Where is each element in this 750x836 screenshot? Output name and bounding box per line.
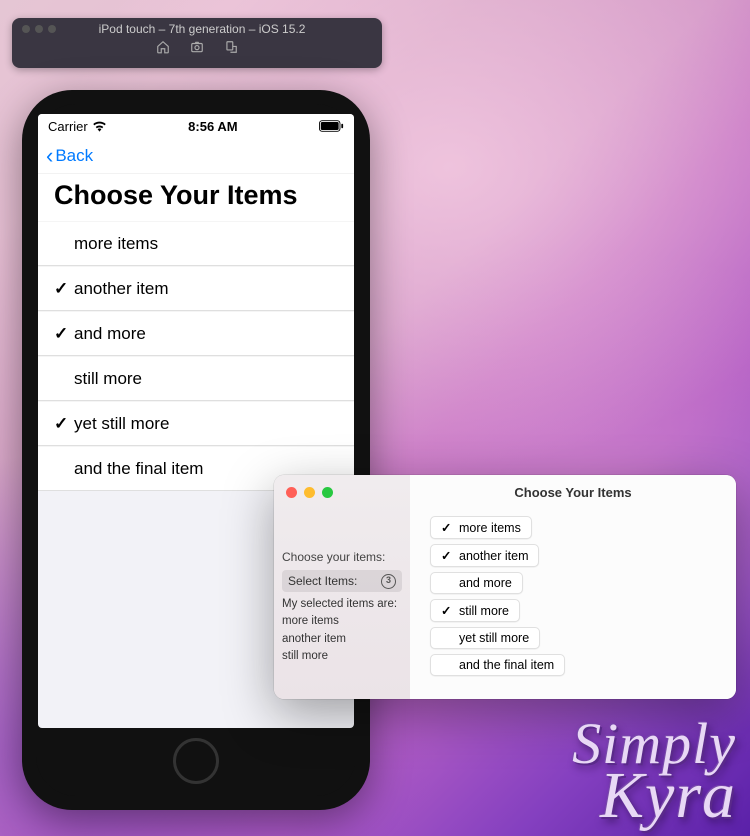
checkmark-icon: ✓ bbox=[441, 548, 453, 563]
item-label: still more bbox=[459, 604, 509, 618]
count-badge: 3 bbox=[381, 574, 396, 589]
watermark-logo: Simply Kyra bbox=[572, 719, 736, 824]
wifi-icon bbox=[92, 120, 107, 132]
watermark-line2: Kyra bbox=[572, 768, 736, 824]
select-items-label: Select Items: bbox=[288, 572, 357, 590]
battery-icon bbox=[319, 120, 344, 132]
list-item-label: yet still more bbox=[74, 414, 338, 434]
item-label: more items bbox=[459, 521, 521, 535]
item-label: and the final item bbox=[459, 658, 554, 672]
clock: 8:56 AM bbox=[188, 119, 237, 134]
checkmark-icon: ✓ bbox=[54, 279, 74, 299]
mac-window-title: Choose Your Items bbox=[430, 485, 716, 500]
back-label: Back bbox=[55, 146, 93, 166]
choose-label: Choose your items: bbox=[282, 548, 402, 566]
item-button[interactable]: ✓ more items bbox=[430, 516, 532, 539]
result-line: another item bbox=[282, 631, 402, 648]
results-block: My selected items are: more items anothe… bbox=[282, 596, 402, 665]
list-item-label: more items bbox=[74, 234, 338, 254]
close-icon[interactable] bbox=[22, 25, 30, 33]
item-button[interactable]: ✓ another item bbox=[430, 544, 539, 567]
checkmark-icon: ✓ bbox=[441, 520, 453, 535]
list-item-label: still more bbox=[74, 369, 338, 389]
screenshot-icon[interactable] bbox=[190, 40, 204, 54]
results-heading: My selected items are: bbox=[282, 596, 402, 613]
simulator-title: iPod touch – 7th generation – iOS 15.2 bbox=[66, 22, 338, 36]
traffic-lights[interactable] bbox=[274, 483, 410, 498]
list-item-label: and more bbox=[74, 324, 338, 344]
zoom-icon[interactable] bbox=[322, 487, 333, 498]
list-item[interactable]: ✓ another item bbox=[38, 266, 354, 311]
minimize-icon[interactable] bbox=[35, 25, 43, 33]
mac-sidebar: Choose your items: Select Items: 3 My se… bbox=[274, 475, 410, 699]
item-button[interactable]: ✓ still more bbox=[430, 599, 520, 622]
home-button[interactable] bbox=[173, 738, 219, 784]
traffic-lights[interactable] bbox=[22, 25, 56, 33]
minimize-icon[interactable] bbox=[304, 487, 315, 498]
status-bar: Carrier 8:56 AM bbox=[38, 114, 354, 138]
list-item-label: another item bbox=[74, 279, 338, 299]
rotate-icon[interactable] bbox=[224, 40, 238, 54]
mac-item-list: ✓ more items ✓ another item and more ✓ s… bbox=[430, 516, 716, 676]
item-label: yet still more bbox=[459, 631, 529, 645]
home-icon[interactable] bbox=[156, 40, 170, 54]
simulator-toolbar bbox=[156, 36, 238, 54]
checkmark-icon: ✓ bbox=[54, 414, 74, 434]
page-title: Choose Your Items bbox=[38, 174, 354, 221]
list-item[interactable]: ✓ and more bbox=[38, 311, 354, 356]
close-icon[interactable] bbox=[286, 487, 297, 498]
list-item[interactable]: more items bbox=[38, 221, 354, 266]
select-items-row[interactable]: Select Items: 3 bbox=[282, 570, 402, 592]
result-line: more items bbox=[282, 613, 402, 630]
mac-main-pane: Choose Your Items ✓ more items ✓ another… bbox=[410, 475, 736, 699]
carrier-label: Carrier bbox=[48, 119, 88, 134]
back-button[interactable]: ‹ Back bbox=[46, 145, 93, 167]
item-list: more items ✓ another item ✓ and more sti… bbox=[38, 221, 354, 491]
item-label: and more bbox=[459, 576, 512, 590]
list-item[interactable]: still more bbox=[38, 356, 354, 401]
mac-window: Choose your items: Select Items: 3 My se… bbox=[274, 475, 736, 699]
chevron-left-icon: ‹ bbox=[46, 145, 53, 167]
item-button[interactable]: yet still more bbox=[430, 627, 540, 649]
iphone-device-frame: Carrier 8:56 AM ‹ Back Choos bbox=[22, 90, 370, 810]
item-button[interactable]: and more bbox=[430, 572, 523, 594]
zoom-icon[interactable] bbox=[48, 25, 56, 33]
item-button[interactable]: and the final item bbox=[430, 654, 565, 676]
list-item[interactable]: ✓ yet still more bbox=[38, 401, 354, 446]
simulator-titlebar: iPod touch – 7th generation – iOS 15.2 bbox=[12, 18, 382, 68]
checkmark-icon: ✓ bbox=[54, 324, 74, 344]
checkmark-icon: ✓ bbox=[441, 603, 453, 618]
result-line: still more bbox=[282, 648, 402, 665]
navigation-bar: ‹ Back bbox=[38, 138, 354, 174]
item-label: another item bbox=[459, 549, 528, 563]
